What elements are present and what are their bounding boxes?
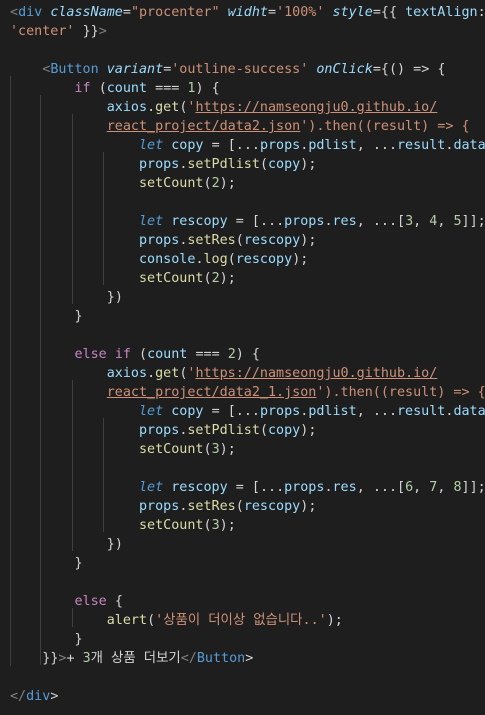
code-line[interactable]: if (count === 1) { <box>10 79 220 98</box>
code-line[interactable]: axios.get('https://namseongju0.github.io… <box>10 364 438 383</box>
code-line[interactable]: console.log(rescopy); <box>10 250 308 269</box>
code-line[interactable]: } <box>10 554 83 573</box>
code-line[interactable]: }) <box>10 288 123 307</box>
code-line[interactable]: </div> <box>10 687 58 706</box>
code-line[interactable]: let rescopy = [...props.res, ...[6, 7, 8… <box>10 478 485 497</box>
code-line[interactable]: }}>+ 3개 상품 더보기</Button> <box>10 649 253 668</box>
code-line[interactable]: setCount(3); <box>10 516 236 535</box>
code-line[interactable]: <div className="procenter" widht='100%' … <box>10 3 485 22</box>
code-line[interactable]: else { <box>10 592 123 611</box>
code-line[interactable]: } <box>10 630 83 649</box>
code-line[interactable]: setCount(2); <box>10 174 236 193</box>
code-line[interactable]: else if (count === 2) { <box>10 345 260 364</box>
code-line[interactable]: react_project/data2.json').then((result)… <box>10 117 470 136</box>
code-line[interactable]: let copy = [...props.pdlist, ...result.d… <box>10 402 485 421</box>
code-line[interactable]: alert('상품이 더이상 없습니다..'); <box>10 611 343 630</box>
code-line[interactable]: 'center' }}> <box>10 22 107 41</box>
code-line[interactable]: setCount(2); <box>10 269 236 288</box>
code-line[interactable]: <Button variant='outline-success' onClic… <box>10 60 445 79</box>
code-line[interactable]: react_project/data2_1.json').then((resul… <box>10 383 485 402</box>
code-editor[interactable]: <div className="procenter" widht='100%' … <box>0 0 485 715</box>
code-line[interactable]: }) <box>10 535 123 554</box>
code-line[interactable]: let copy = [...props.pdlist, ...result.d… <box>10 136 485 155</box>
code-line[interactable]: props.setRes(rescopy); <box>10 231 316 250</box>
code-line[interactable]: props.setPdlist(copy); <box>10 421 316 440</box>
code-line[interactable]: } <box>10 307 83 326</box>
code-line[interactable]: props.setPdlist(copy); <box>10 155 316 174</box>
code-line[interactable]: props.setRes(rescopy); <box>10 497 316 516</box>
code-line[interactable]: let rescopy = [...props.res, ...[3, 4, 5… <box>10 212 485 231</box>
code-line[interactable]: setCount(3); <box>10 440 236 459</box>
code-line[interactable]: axios.get('https://namseongju0.github.io… <box>10 98 438 117</box>
